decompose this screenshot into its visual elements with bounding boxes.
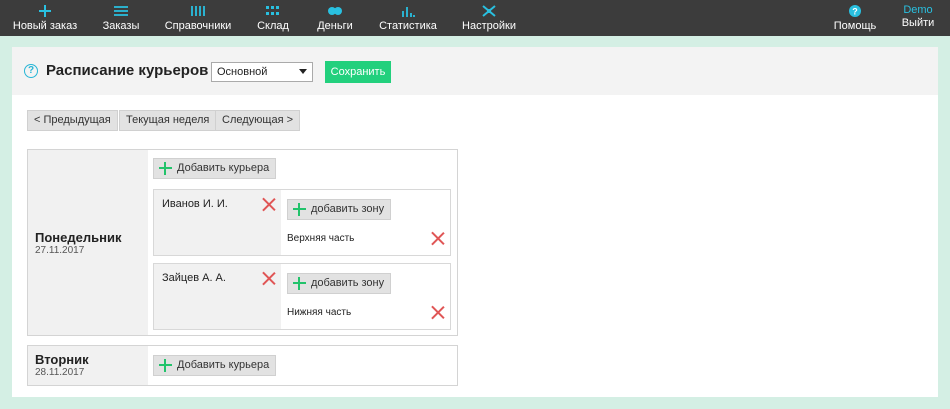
plus-icon <box>159 359 172 372</box>
add-zone-button[interactable]: добавить зону <box>287 199 392 220</box>
add-courier-button[interactable]: Добавить курьера <box>153 355 277 376</box>
add-zone-button[interactable]: добавить зону <box>287 273 392 294</box>
schedule-select[interactable]: Основной <box>211 62 313 82</box>
day-side: Понедельник 27.11.2017 <box>28 150 148 335</box>
day-side: Вторник 28.11.2017 <box>28 346 148 385</box>
nav-help[interactable]: ? Помощь <box>834 0 876 36</box>
day-name: Вторник <box>35 352 89 367</box>
books-icon <box>191 2 205 20</box>
courier-card-left: Иванов И. И. <box>154 190 281 255</box>
plus-icon <box>293 203 306 216</box>
courier-card: Зайцев А. А. добавить зону Нижняя часть <box>153 263 451 330</box>
nav-settings[interactable]: Настройки <box>462 0 516 36</box>
courier-card: Иванов И. И. добавить зону Верхняя часть <box>153 189 451 256</box>
prev-week-button[interactable]: < Предыдущая <box>27 110 118 131</box>
remove-courier-icon[interactable] <box>262 272 275 285</box>
nav-directories-label: Справочники <box>164 20 232 32</box>
current-week-button[interactable]: Текущая неделя <box>119 110 217 131</box>
nav-orders[interactable]: Заказы <box>102 0 140 36</box>
remove-zone-icon[interactable] <box>431 306 444 319</box>
main-panel: ? Расписание курьеров Основной Сохранить… <box>12 47 938 397</box>
nav-statistics[interactable]: Статистика <box>379 0 437 36</box>
add-courier-button[interactable]: Добавить курьера <box>153 158 277 179</box>
courier-name: Иванов И. И. <box>162 198 228 210</box>
courier-name: Зайцев А. А. <box>162 272 226 284</box>
user-name: Demo <box>903 4 933 16</box>
grid-icon <box>266 2 280 20</box>
plus-icon <box>39 2 51 20</box>
nav-directories[interactable]: Справочники <box>164 0 232 36</box>
add-courier-label: Добавить курьера <box>177 162 270 174</box>
svg-text:?: ? <box>852 7 858 17</box>
add-courier-label: Добавить курьера <box>177 359 270 371</box>
zone-name: Нижняя часть <box>287 307 352 318</box>
nav-help-label: Помощь <box>833 20 877 32</box>
nav-statistics-label: Статистика <box>379 20 437 32</box>
help-circle-icon[interactable]: ? <box>24 64 38 78</box>
zone-name: Верхняя часть <box>287 233 355 244</box>
chevron-down-icon <box>299 69 307 74</box>
plus-icon <box>159 162 172 175</box>
save-button[interactable]: Сохранить <box>325 61 391 83</box>
help-icon: ? <box>849 2 861 20</box>
schedule-select-value: Основной <box>217 66 268 78</box>
remove-courier-icon[interactable] <box>262 198 275 211</box>
page-title: Расписание курьеров <box>46 62 209 79</box>
add-zone-label: добавить зону <box>311 203 385 215</box>
nav-settings-label: Настройки <box>462 20 516 32</box>
top-navbar: Новый заказ Заказы Справочники Склад Ден… <box>0 0 950 36</box>
next-week-button[interactable]: Следующая > <box>215 110 301 131</box>
nav-new-order-label: Новый заказ <box>12 20 78 32</box>
nav-warehouse[interactable]: Склад <box>257 0 289 36</box>
list-icon <box>114 2 128 20</box>
remove-zone-icon[interactable] <box>431 232 444 245</box>
day-block-tuesday: Вторник 28.11.2017 Добавить курьера <box>27 345 458 386</box>
nav-logout-label: Выйти <box>901 17 935 29</box>
nav-logout[interactable]: Demo Выйти <box>900 0 936 36</box>
day-block-monday: Понедельник 27.11.2017 Добавить курьера … <box>27 149 458 336</box>
courier-card-left: Зайцев А. А. <box>154 264 281 329</box>
add-zone-label: добавить зону <box>311 277 385 289</box>
nav-new-order[interactable]: Новый заказ <box>12 0 78 36</box>
wrench-icon <box>482 2 496 20</box>
plus-icon <box>293 277 306 290</box>
day-date: 27.11.2017 <box>35 245 85 256</box>
day-date: 28.11.2017 <box>35 367 85 378</box>
day-name: Понедельник <box>35 230 122 245</box>
nav-money[interactable]: Деньги <box>317 0 353 36</box>
nav-warehouse-label: Склад <box>257 20 289 32</box>
nav-money-label: Деньги <box>317 20 353 32</box>
page-header: ? Расписание курьеров Основной Сохранить <box>12 47 938 95</box>
bar-chart-icon <box>401 2 415 20</box>
coins-icon <box>327 2 343 20</box>
nav-orders-label: Заказы <box>102 20 140 32</box>
